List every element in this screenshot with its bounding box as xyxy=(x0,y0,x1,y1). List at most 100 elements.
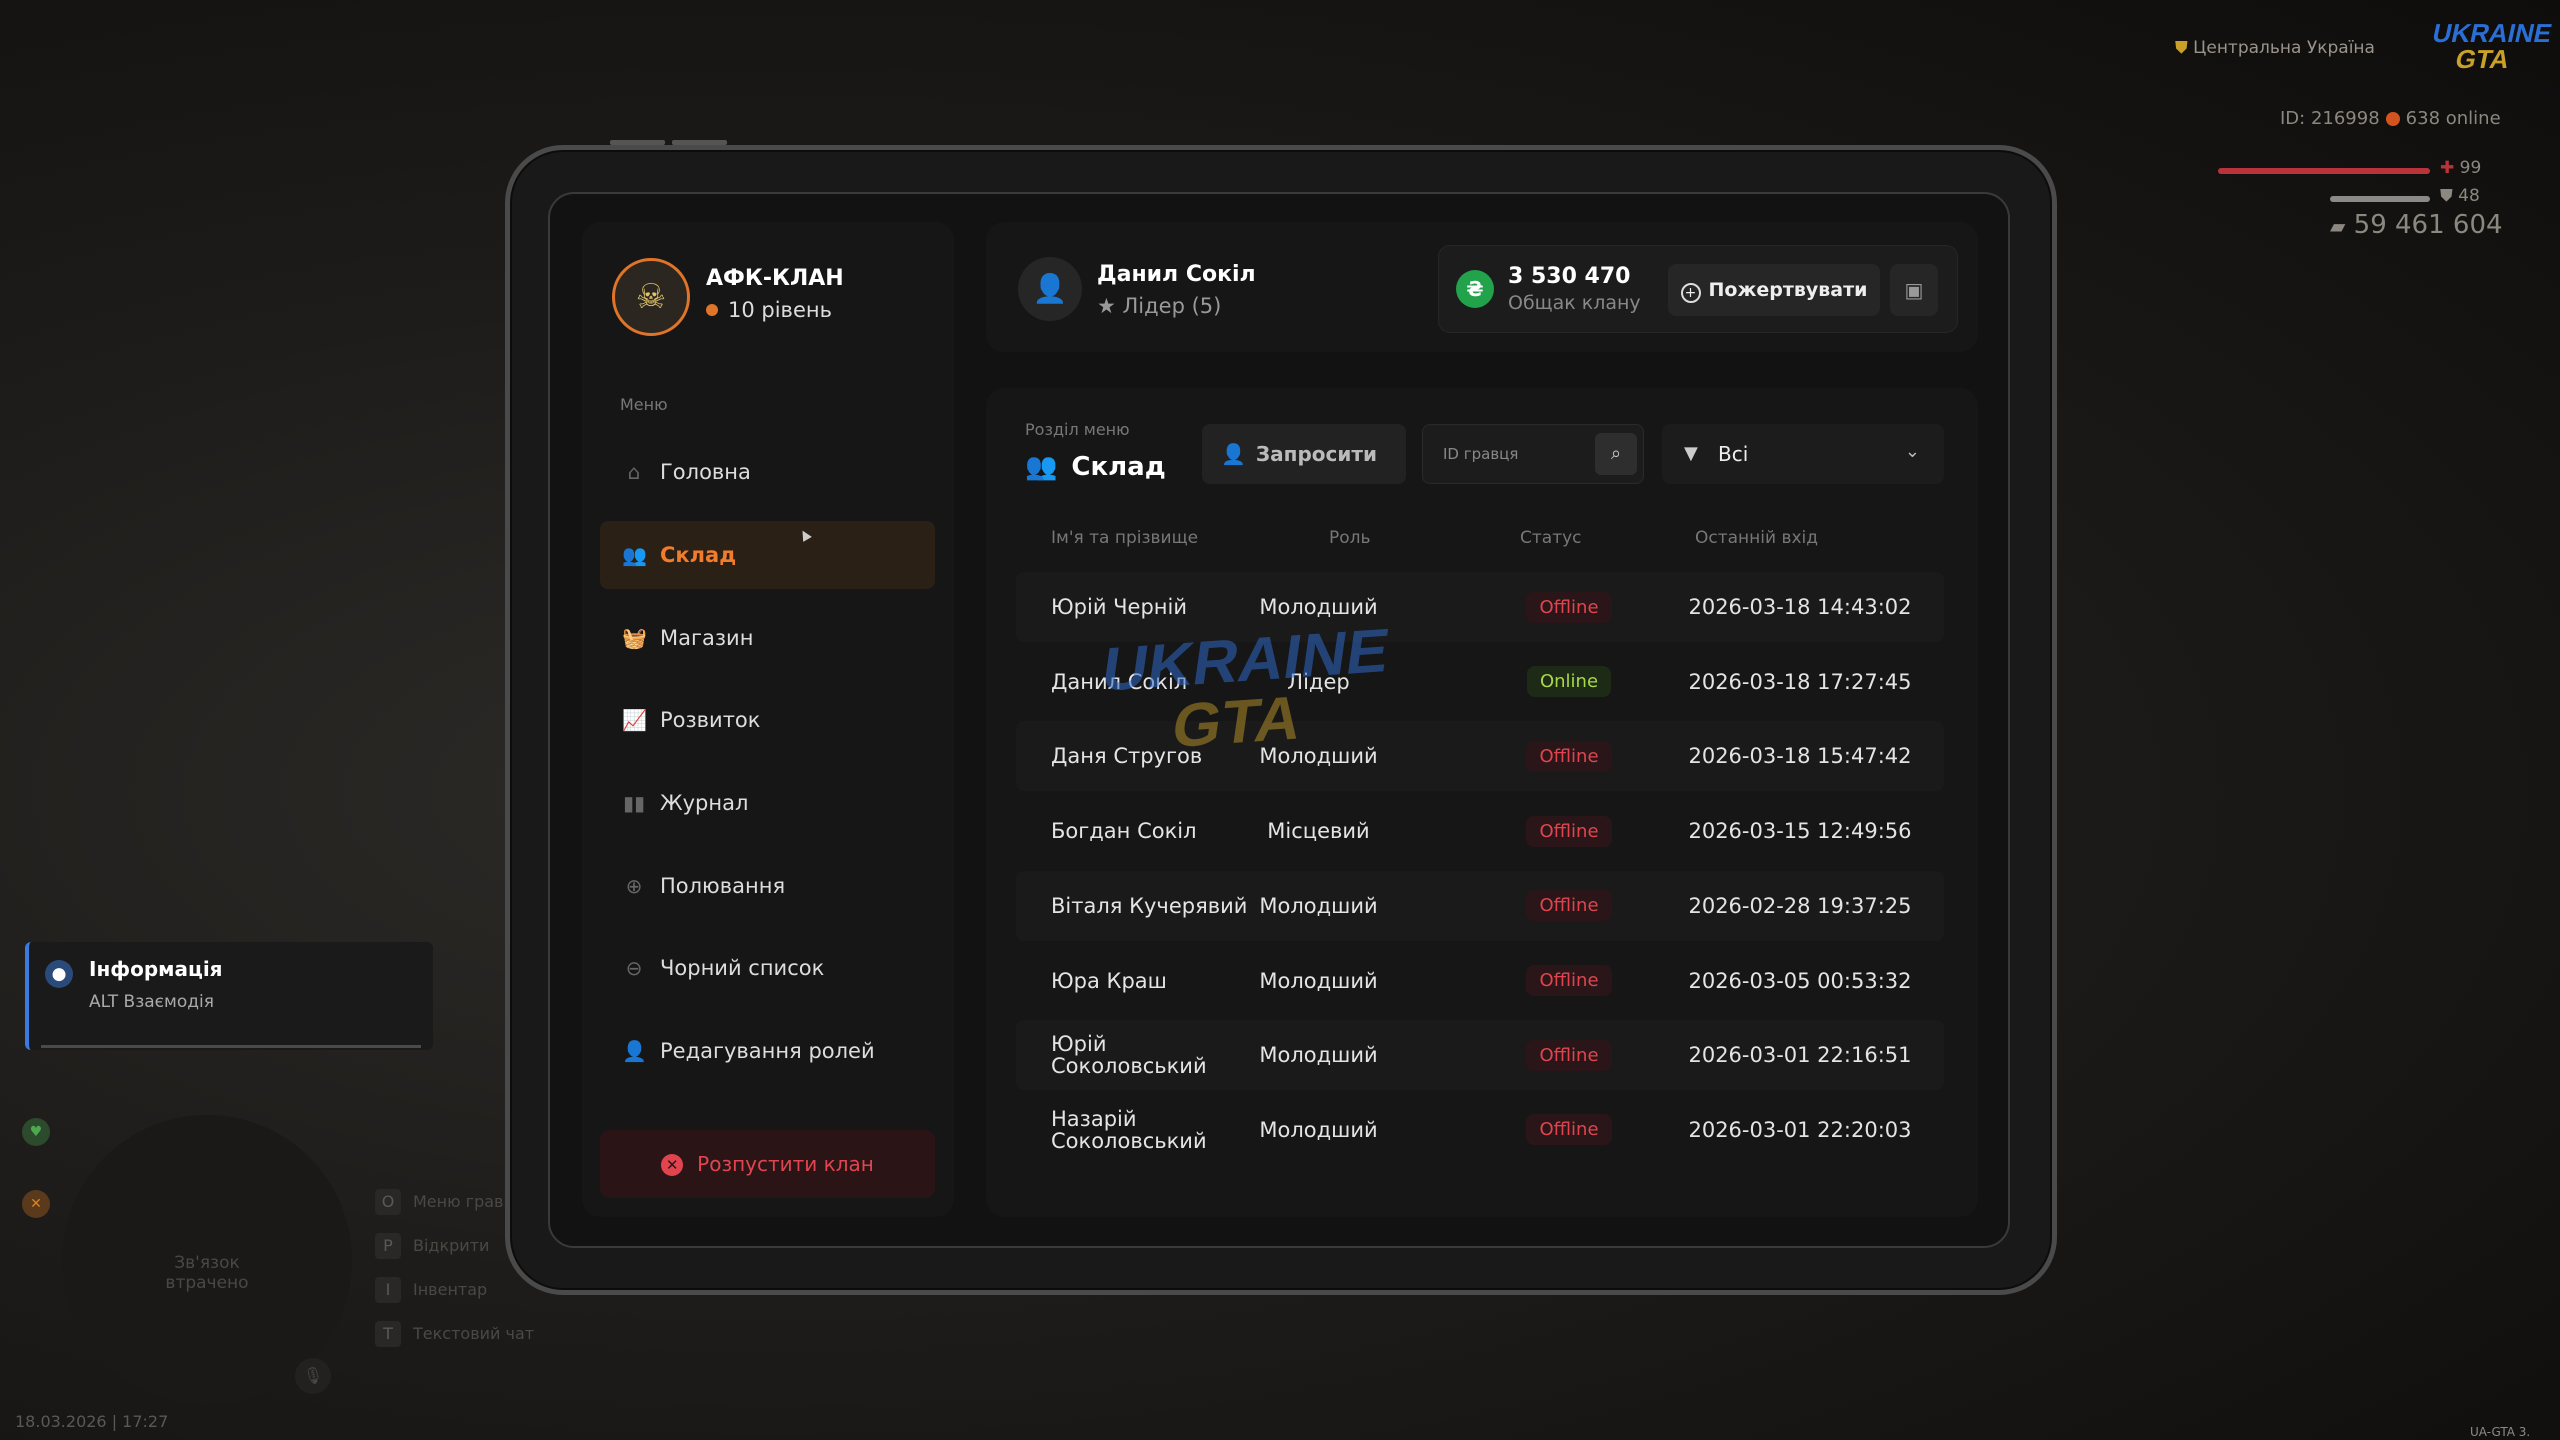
health-status-icon: ♥ xyxy=(22,1118,50,1146)
table-row[interactable]: Богдан Сокіл Місцевий Offline 2026-03-15 12… xyxy=(1016,796,1944,866)
archive-icon: ▣ xyxy=(1904,278,1924,302)
online-count: 638 online xyxy=(2405,108,2501,129)
info-progress xyxy=(41,1045,421,1048)
sidebar-item-label: Редагування ролей xyxy=(660,1039,875,1063)
member-role: Молодший xyxy=(1259,893,1378,918)
member-status: Offline xyxy=(1519,572,1619,642)
member-last-login: 2026-03-01 22:16:51 xyxy=(1688,1043,1912,1068)
server-logo: UKRAINE GTA xyxy=(2424,18,2555,75)
member-role: Молодший xyxy=(1259,1043,1378,1068)
sidebar-item-label: Магазин xyxy=(660,626,754,650)
donate-button[interactable]: + Пожертвувати xyxy=(1668,264,1880,316)
member-status: Offline xyxy=(1519,946,1619,1016)
member-status: Online xyxy=(1519,647,1619,717)
online-dot-icon xyxy=(2385,112,2400,126)
radar-line2: втрачено xyxy=(165,1273,249,1293)
table-row[interactable]: Юрій Черній Молодший Offline 2026-03-18 14:… xyxy=(1016,572,1944,642)
hint-key: O xyxy=(375,1189,401,1215)
armor-text: 48 xyxy=(2458,186,2480,206)
hryvnia-icon: ₴ xyxy=(1456,270,1494,308)
hint-key: T xyxy=(375,1321,401,1347)
members-icon: 👥 xyxy=(622,543,647,567)
shop-icon: 🧺 xyxy=(622,626,647,650)
datetime: 18.03.2026 | 17:27 xyxy=(15,1412,169,1431)
member-role: Молодший xyxy=(1259,744,1378,769)
hint-label: Текстовий чат xyxy=(413,1324,535,1343)
plus-circle-icon: + xyxy=(1680,283,1701,303)
table-row[interactable]: Назарій Соколовський Молодший Offline 2026-… xyxy=(1016,1095,1944,1165)
shield-icon: ⛊ xyxy=(2175,38,2188,58)
sidebar-item-label: Головна xyxy=(660,460,751,484)
armor-value: ⛊ 48 xyxy=(2440,186,2480,206)
table-row[interactable]: Віталя Кучерявий Молодший Offline 2026-02-2… xyxy=(1016,870,1944,941)
sidebar-item-development[interactable]: 📈 Розвиток xyxy=(600,686,935,754)
member-last-login: 2026-03-01 22:20:03 xyxy=(1688,1117,1912,1142)
journal-icon: ▮▮ xyxy=(622,791,645,815)
money-text: 59 461 604 xyxy=(2353,210,2503,240)
member-last-login: 2026-03-15 12:49:56 xyxy=(1688,819,1912,844)
sidebar-item-roles[interactable]: 👤 Редагування ролей xyxy=(600,1017,935,1085)
hint-item: T Текстовий чат xyxy=(375,1312,534,1356)
health-text: 99 xyxy=(2459,158,2482,178)
logo-bottom: GTA xyxy=(2452,44,2513,74)
hint-item: I Інвентар xyxy=(375,1268,534,1312)
sidebar-item-blacklist[interactable]: ⊖ Чорний список xyxy=(600,934,935,1002)
star-icon: ★ xyxy=(1097,294,1116,318)
info-notification: ● Інформація ALT Взаємодія xyxy=(25,942,433,1050)
table-row[interactable]: Юра Краш Молодший Offline 2026-03-05 00:53:… xyxy=(1016,946,1944,1016)
sidebar-item-shop[interactable]: 🧺 Магазин xyxy=(600,604,935,672)
clan-name: АФК-КЛАН xyxy=(706,266,844,291)
table-row[interactable]: Данил Сокіл Лідер Online 2026-03-18 17:27:4… xyxy=(1016,647,1944,717)
column-header-status: Статус xyxy=(1520,528,1582,548)
health-value: ✚ 99 xyxy=(2440,158,2481,178)
status-filter[interactable]: ▼ Всі ⌄ xyxy=(1662,424,1944,484)
filter-icon: ▼ xyxy=(1684,443,1698,464)
status-badge: Offline xyxy=(1526,1114,1612,1146)
player-id-text: ID: 216998 xyxy=(2280,108,2380,129)
sidebar-item-journal[interactable]: ▮▮ Журнал xyxy=(600,769,935,837)
search-input[interactable]: ID гравця xyxy=(1443,445,1518,463)
donate-label: Пожертвувати xyxy=(1708,279,1868,301)
table-row[interactable]: Юрій Соколовський Молодший Offline 2026-03-… xyxy=(1016,1020,1944,1091)
sidebar-item-members[interactable]: 👥 Склад xyxy=(600,521,935,589)
hint-key: I xyxy=(375,1277,401,1303)
cash-icon: ▰ xyxy=(2330,214,2346,238)
member-last-login: 2026-03-18 17:27:45 xyxy=(1688,669,1912,694)
hint-label: Інвентар xyxy=(413,1280,488,1299)
clan-avatar: ☠ xyxy=(612,258,690,336)
member-status: Offline xyxy=(1519,721,1619,791)
money-display: ▰ 59 461 604 xyxy=(2330,210,2503,240)
table-row[interactable]: Даня Стругов Молодший Offline 2026-03-18 15… xyxy=(1016,721,1944,792)
page-title: 👥 Склад xyxy=(1025,448,1180,482)
sidebar-item-label: Журнал xyxy=(660,791,749,815)
user-avatar: 👤 xyxy=(1018,257,1082,321)
info-icon: ● xyxy=(45,960,73,988)
bank-history-button[interactable]: ▣ xyxy=(1890,264,1938,316)
member-last-login: 2026-03-18 14:43:02 xyxy=(1688,595,1912,619)
armor-bar xyxy=(2330,196,2430,202)
health-bar xyxy=(2218,168,2430,174)
sidebar-item-home[interactable]: ⌂ Головна xyxy=(600,438,935,506)
hint-label: Відкрити xyxy=(413,1236,490,1255)
member-last-login: 2026-02-28 19:37:25 xyxy=(1688,893,1912,918)
member-status: Offline xyxy=(1519,1095,1619,1165)
status-badge: Offline xyxy=(1526,591,1612,623)
location-label: ⛊ Центральна Україна xyxy=(2175,38,2375,58)
member-role: Молодший xyxy=(1259,595,1378,619)
status-badge: Offline xyxy=(1526,740,1612,772)
invite-button[interactable]: 👤 Запросити xyxy=(1202,424,1406,484)
sidebar-item-hunting[interactable]: ⊕ Полювання xyxy=(600,852,935,920)
member-role: Лідер xyxy=(1287,669,1350,694)
member-status: Offline xyxy=(1519,796,1619,866)
sidebar-item-label: Чорний список xyxy=(660,956,825,980)
sidebar-item-label: Полювання xyxy=(660,874,786,898)
disband-clan-button[interactable]: ✕ Розпустити клан xyxy=(600,1130,935,1198)
disband-label: Розпустити клан xyxy=(697,1152,874,1176)
status-badge: Online xyxy=(1526,666,1612,698)
hint-key: P xyxy=(375,1233,401,1259)
search-button[interactable]: ⌕ xyxy=(1595,433,1637,475)
hunger-status-icon: ✕ xyxy=(22,1190,50,1218)
player-id-search[interactable]: ID гравця ⌕ xyxy=(1422,424,1644,484)
add-user-icon: 👤 xyxy=(1221,442,1246,466)
member-status: Offline xyxy=(1519,1020,1619,1090)
